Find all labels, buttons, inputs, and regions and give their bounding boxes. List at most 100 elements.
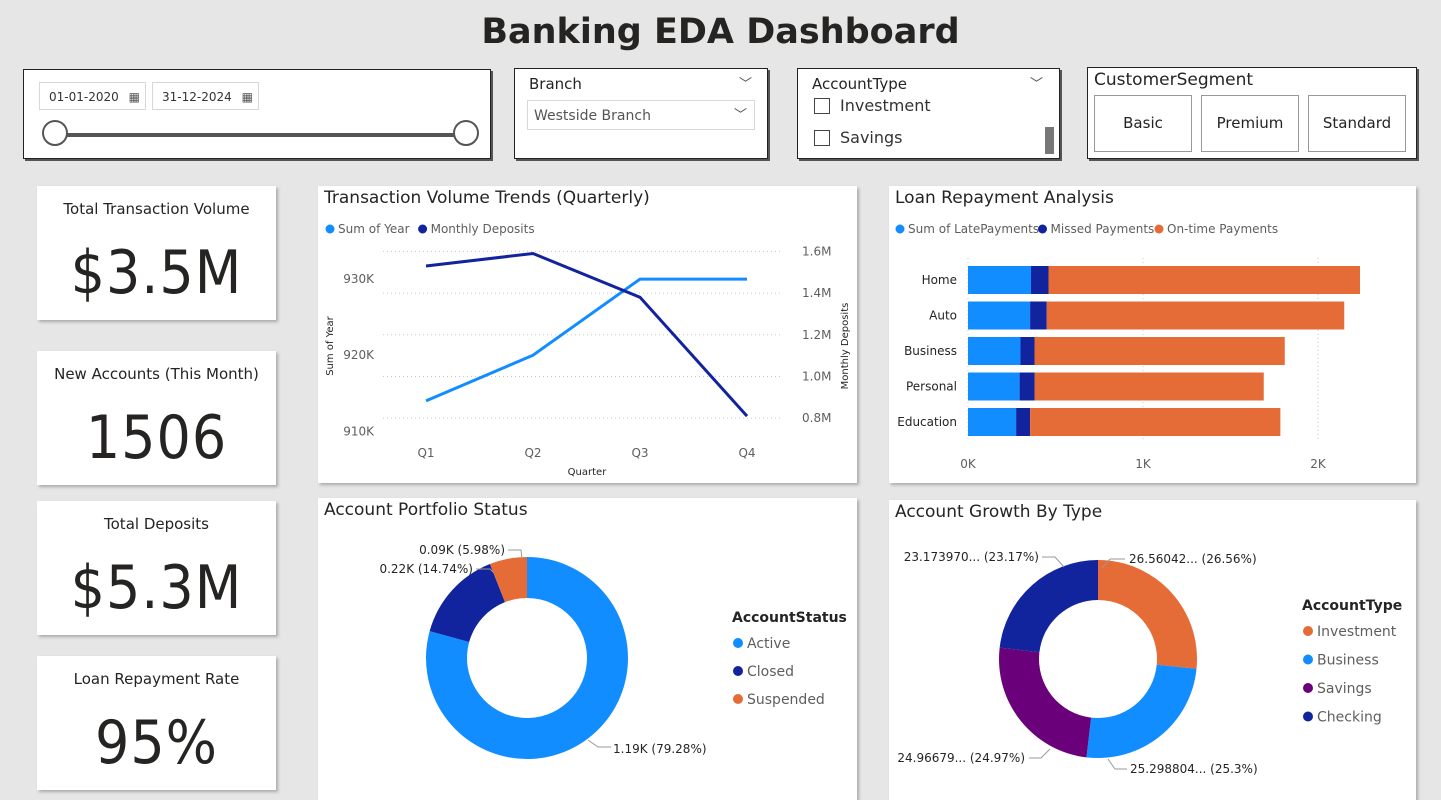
y-tick-label: 930K	[343, 272, 375, 286]
bar-segment	[1030, 408, 1281, 436]
legend-marker	[733, 666, 743, 676]
bar-segment	[968, 408, 1017, 436]
y2-tick-label: 0.8M	[802, 411, 831, 425]
kpi-label: New Accounts (This Month)	[54, 365, 259, 383]
loan-repayment-panel: Loan Repayment Analysis Sum of LatePayme…	[889, 186, 1416, 483]
legend-marker	[1303, 654, 1313, 665]
bar-segment	[1031, 266, 1049, 294]
checkbox-savings[interactable]	[814, 130, 830, 146]
y2-tick-label: 1.0M	[802, 369, 831, 383]
end-date-field[interactable]: 31-12-2024 ▦	[152, 82, 259, 110]
account-portfolio-panel: Account Portfolio Status 1.19K (79.28%) 0…	[318, 498, 857, 800]
date-range-slicer[interactable]: 01-01-2020 ▦ 31-12-2024 ▦	[23, 69, 491, 159]
bar-segment	[968, 266, 1031, 294]
y2-tick-label: 1.6M	[802, 244, 831, 258]
legend-label: Sum of Year	[338, 222, 410, 236]
kpi-card-total-deposits: Total Deposits $5.3M	[37, 501, 276, 635]
branch-slicer[interactable]: Branch ﹀ Westside Branch ﹀	[514, 68, 768, 159]
kpi-label: Loan Repayment Rate	[73, 670, 240, 688]
chevron-down-icon[interactable]: ﹀	[734, 101, 747, 131]
series-line	[425, 277, 747, 403]
customersegment-slicer-title: CustomerSegment	[1094, 70, 1254, 90]
option-investment-label: Investment	[840, 96, 931, 115]
calendar-icon[interactable]: ▦	[242, 83, 253, 111]
data-label: 26.56042... (26.56%)	[1129, 552, 1257, 566]
legend-label: Savings	[1317, 681, 1372, 697]
kpi-value: 95%	[95, 708, 218, 778]
y-tick-label: Personal	[906, 380, 957, 394]
legend-marker	[895, 224, 905, 234]
branch-selected-value: Westside Branch	[534, 108, 651, 124]
leader-line	[1042, 556, 1065, 568]
donut-chart-growth: 26.56042... (26.56%) 25.298804... (25.3%)…	[897, 550, 1402, 776]
legend-marker	[1303, 683, 1313, 693]
y-tick-label: Home	[922, 273, 957, 287]
customersegment-slicer[interactable]: CustomerSegment Basic Premium Standard	[1087, 67, 1417, 159]
legend-marker	[1154, 224, 1164, 234]
option-savings-label: Savings	[840, 128, 903, 147]
kpi-card-loan-repayment-rate: Loan Repayment Rate 95%	[37, 656, 276, 790]
bar-segment	[1016, 408, 1031, 436]
donut-slice	[1098, 560, 1197, 669]
date-slider-end-handle[interactable]	[453, 120, 479, 146]
start-date-value: 01-01-2020	[49, 90, 119, 104]
kpi-card-new-accounts: New Accounts (This Month) 1506	[37, 351, 276, 485]
segment-basic-button[interactable]: Basic	[1094, 95, 1192, 152]
slicer-scrollbar[interactable]	[1045, 127, 1054, 154]
x-tick-label: 2K	[1310, 457, 1327, 471]
data-label: 0.09K (5.98%)	[419, 543, 505, 557]
segment-premium-button[interactable]: Premium	[1201, 95, 1299, 152]
bar-segment	[1034, 337, 1285, 365]
y2-axis-title: Monthly Deposits	[840, 303, 851, 390]
x-tick-label: 0K	[960, 457, 977, 471]
data-label: 23.173970... (23.17%)	[904, 550, 1039, 564]
x-tick-label: Q1	[417, 446, 434, 460]
accounttype-slicer[interactable]: AccountType ﹀ Investment Savings	[797, 68, 1060, 159]
bar-segment	[1020, 337, 1035, 365]
data-label: 0.22K (14.74%)	[379, 562, 473, 576]
legend-label: On-time Payments	[1167, 222, 1278, 236]
donut-slice	[999, 647, 1092, 758]
kpi-label: Total Deposits	[104, 515, 209, 533]
bar-segment	[1019, 372, 1035, 401]
checkbox-investment[interactable]	[814, 98, 830, 114]
chevron-down-icon[interactable]: ﹀	[1030, 73, 1043, 92]
y-axis-title: Sum of Year	[325, 315, 336, 375]
legend-marker	[418, 224, 428, 234]
legend-marker	[1303, 711, 1313, 722]
calendar-icon[interactable]: ▦	[129, 83, 140, 111]
kpi-label: Total Transaction Volume	[63, 200, 250, 218]
data-label: 24.96679... (24.97%)	[897, 751, 1025, 765]
donut-slice	[999, 560, 1098, 653]
y2-tick-label: 1.2M	[802, 328, 831, 342]
legend-marker	[325, 224, 335, 234]
date-slider-track[interactable]	[54, 133, 466, 137]
x-tick-label: Q3	[631, 446, 648, 460]
data-label: 1.19K (79.28%)	[613, 742, 707, 756]
line-chart: Sum of Year Monthly Deposits 0.8M 1.0M 1.2M 1…	[325, 222, 851, 478]
kpi-value: 1506	[85, 403, 228, 473]
legend-marker	[733, 638, 743, 648]
leader-line	[1029, 748, 1051, 759]
start-date-field[interactable]: 01-01-2020 ▦	[39, 82, 146, 110]
accounttype-slicer-title: AccountType	[812, 75, 908, 93]
legend-marker	[733, 694, 743, 704]
date-slider-start-handle[interactable]	[42, 120, 68, 146]
chevron-down-icon[interactable]: ﹀	[739, 73, 752, 92]
legend-title: AccountStatus	[732, 610, 847, 626]
segment-standard-button[interactable]: Standard	[1308, 95, 1406, 152]
page-title: Banking EDA Dashboard	[481, 12, 960, 52]
legend-marker	[1303, 626, 1313, 636]
legend-label: Active	[747, 636, 790, 652]
bar-segment	[1046, 301, 1345, 330]
end-date-value: 31-12-2024	[162, 90, 232, 104]
kpi-value: $3.5M	[70, 238, 243, 308]
leader-line	[587, 739, 611, 748]
legend-label: Sum of LatePayments	[908, 222, 1039, 236]
x-tick-label: 1K	[1135, 457, 1152, 471]
legend-label: Missed Payments	[1051, 222, 1155, 236]
branch-dropdown[interactable]: Westside Branch ﹀	[527, 100, 755, 130]
legend-label: Investment	[1317, 624, 1397, 640]
legend-label: Checking	[1317, 710, 1382, 726]
legend-label: Suspended	[747, 692, 825, 708]
